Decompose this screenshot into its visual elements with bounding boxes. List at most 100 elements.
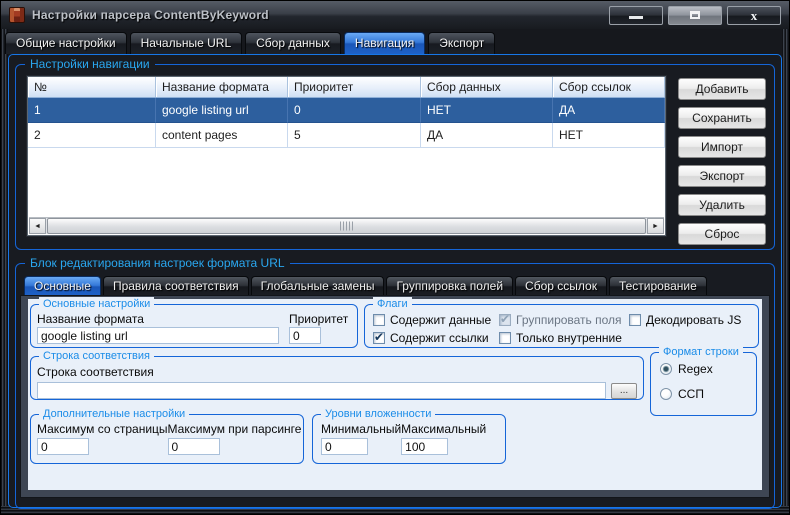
scrollbar-grip-icon <box>340 222 354 231</box>
string-format-radio[interactable]: ССП <box>660 387 756 401</box>
flag-checkbox: Группировать поля <box>499 311 629 329</box>
editor-tab[interactable]: Правила соответствия <box>103 276 249 296</box>
table-header-cell[interactable]: Приоритет <box>288 77 421 97</box>
tab-page-navigation: Настройки навигации №Название форматаПри… <box>8 54 782 508</box>
max-parsing-label: Максимум при парсинге <box>168 422 302 436</box>
close-icon: x <box>728 7 780 24</box>
удалить-button[interactable]: Удалить <box>678 194 766 216</box>
app-window: Настройки парсера ContentByKeyword x Общ… <box>0 0 790 515</box>
nesting-min-input[interactable] <box>321 438 368 455</box>
radio-icon <box>660 388 672 400</box>
table-header-cell[interactable]: Сбор данных <box>421 77 553 97</box>
main-tab[interactable]: Навигация <box>344 32 425 54</box>
window-frame-right <box>782 29 789 514</box>
string-format-group-title: Формат строки <box>659 345 743 359</box>
flag-label: Только внутренние <box>516 331 622 345</box>
table-cell: 5 <box>288 123 421 148</box>
table-cell: ДА <box>553 98 665 123</box>
main-tabstrip: Общие настройкиНачальные URLСбор данныхН… <box>1 29 789 54</box>
main-tab[interactable]: Общие настройки <box>5 32 127 54</box>
basic-settings-group: Основные настройки Название формата Прио… <box>30 304 358 348</box>
max-parsing-input[interactable] <box>168 438 220 455</box>
window-frame-left <box>1 29 8 514</box>
table-cell: google listing url <box>156 98 288 123</box>
flags-grid: Содержит данные Содержит ссылки Группирова… <box>373 311 750 347</box>
app-icon <box>9 7 25 23</box>
minimize-button[interactable] <box>609 6 663 25</box>
table-header-cell[interactable]: Сбор ссылок <box>553 77 665 97</box>
minimize-icon <box>629 16 643 19</box>
editor-tab[interactable]: Тестирование <box>609 276 707 296</box>
editor-tab-page-basic: Основные настройки Название формата Прио… <box>21 296 769 497</box>
checkbox-icon <box>373 332 385 344</box>
priority-input[interactable] <box>289 327 321 344</box>
radio-label: Regex <box>678 362 713 376</box>
editor-tab[interactable]: Группировка полей <box>386 276 513 296</box>
сохранить-button[interactable]: Сохранить <box>678 107 766 129</box>
scrollbar-thumb[interactable] <box>47 218 646 234</box>
flags-group-title: Флаги <box>373 297 412 311</box>
titlebar[interactable]: Настройки парсера ContentByKeyword x <box>1 1 789 29</box>
priority-label: Приоритет <box>289 312 351 326</box>
table-cell: НЕТ <box>421 98 553 123</box>
max-from-page-label: Максимум со страницы <box>37 422 168 436</box>
browse-button[interactable]: ... <box>611 383 637 399</box>
main-tab[interactable]: Экспорт <box>428 32 495 54</box>
match-string-input[interactable] <box>37 382 606 399</box>
navigation-settings-group-title: Настройки навигации <box>25 57 155 71</box>
format-name-input[interactable] <box>37 327 279 344</box>
nesting-min-label: Минимальный <box>321 422 401 436</box>
url-format-editor-group: Блок редактирования настроек формата URL… <box>15 263 775 509</box>
flag-label: Содержит данные <box>390 313 491 327</box>
close-button[interactable]: x <box>727 6 781 25</box>
импорт-button[interactable]: Импорт <box>678 136 766 158</box>
editor-tab[interactable]: Сбор ссылок <box>515 276 607 296</box>
main-tab[interactable]: Начальные URL <box>130 32 243 54</box>
flag-label: Декодировать JS <box>646 313 741 327</box>
table-row[interactable]: 1google listing url0НЕТДА <box>28 98 665 123</box>
maximize-button[interactable] <box>668 6 722 25</box>
table-header-cell[interactable]: № <box>28 77 156 97</box>
table-cell: 1 <box>28 98 156 123</box>
table-cell: ДА <box>421 123 553 148</box>
radio-label: ССП <box>678 387 704 401</box>
nesting-max-label: Максимальный <box>401 422 486 436</box>
editor-tab[interactable]: Глобальные замены <box>251 276 385 296</box>
flag-checkbox[interactable]: Только внутренние <box>499 329 629 347</box>
match-string-group-title: Строка соответствия <box>39 349 154 363</box>
string-format-group: Формат строки RegexССП <box>650 352 757 416</box>
horizontal-scrollbar: ◄ ► <box>29 217 664 234</box>
nesting-max-input[interactable] <box>401 438 448 455</box>
max-from-page-input[interactable] <box>37 438 89 455</box>
flags-group: Флаги Содержит данныеСодержит ссылкиГруп… <box>364 304 759 348</box>
сброс-button[interactable]: Сброс <box>678 223 766 245</box>
checkbox-icon <box>499 314 511 326</box>
flag-checkbox[interactable]: Содержит данные <box>373 311 499 329</box>
basic-settings-group-title: Основные настройки <box>39 297 154 311</box>
additional-settings-group: Дополнительные настройки Максимум со стр… <box>30 414 304 464</box>
url-format-editor-group-title: Блок редактирования настроек формата URL <box>25 256 290 270</box>
window-title: Настройки парсера ContentByKeyword <box>32 8 269 22</box>
string-format-radio[interactable]: Regex <box>660 362 756 376</box>
match-string-label: Строка соответствия <box>37 365 154 379</box>
scroll-right-button[interactable]: ► <box>647 218 664 234</box>
scrollbar-track[interactable] <box>47 218 646 234</box>
editor-tab[interactable]: Основные <box>24 276 101 296</box>
match-string-group: Строка соответствия Строка соответствия … <box>30 356 644 400</box>
flag-label: Содержит ссылки <box>390 331 489 345</box>
additional-settings-group-title: Дополнительные настройки <box>39 407 189 421</box>
добавить-button[interactable]: Добавить <box>678 78 766 100</box>
table-row[interactable]: 2content pages5ДАНЕТ <box>28 123 665 148</box>
table-cell: 0 <box>288 98 421 123</box>
table-header-cell[interactable]: Название формата <box>156 77 288 97</box>
main-tab[interactable]: Сбор данных <box>245 32 341 54</box>
checkbox-icon <box>629 314 641 326</box>
table-header-row: №Название форматаПриоритетСбор данныхСбо… <box>28 77 665 98</box>
table-body: 1google listing url0НЕТДА2content pages5… <box>28 98 665 148</box>
radio-icon <box>660 363 672 375</box>
flag-checkbox[interactable]: Декодировать JS <box>629 311 750 329</box>
flag-checkbox[interactable]: Содержит ссылки <box>373 329 499 347</box>
scroll-left-button[interactable]: ◄ <box>29 218 46 234</box>
экспорт-button[interactable]: Экспорт <box>678 165 766 187</box>
table-cell: content pages <box>156 123 288 148</box>
